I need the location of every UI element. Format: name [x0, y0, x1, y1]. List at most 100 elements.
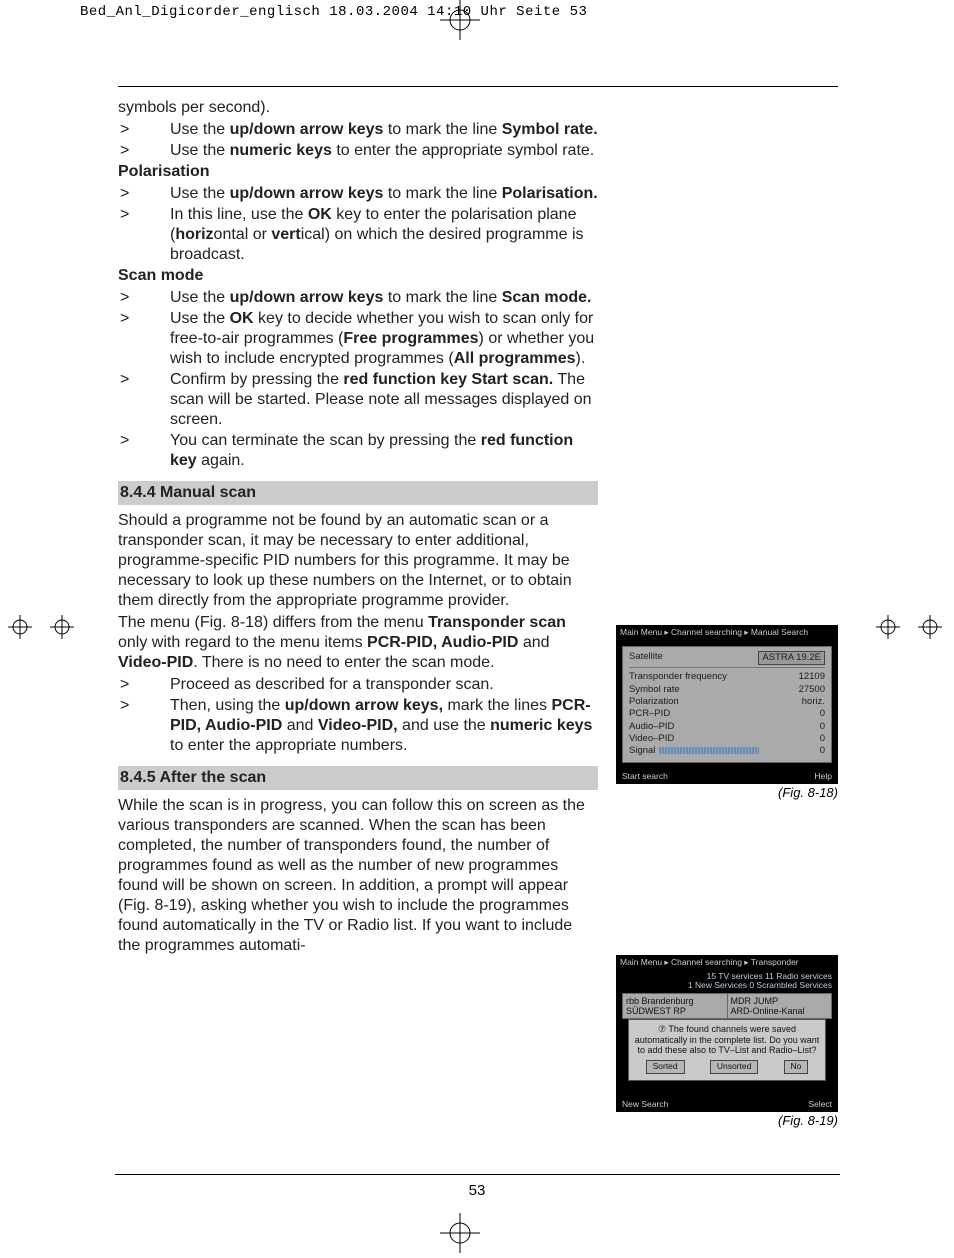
fig18-help: Help: [815, 771, 832, 781]
fig18-row-value: 12109: [799, 671, 825, 683]
fig18-panel: Satellite ASTRA 19.2E Transponder frequenc…: [622, 646, 832, 763]
fig19-list-item: ARD-Online-Kanal: [731, 1006, 829, 1016]
fig18-row-label: Signal: [629, 745, 759, 757]
fig18-row: Audio–PID 0: [629, 721, 825, 733]
fig19-stats-line2: 1 New Services 0 Scrambled Services: [622, 981, 832, 990]
top-rule: [118, 86, 838, 87]
registration-mark-left-outer: [8, 615, 32, 639]
list-item: >Use the up/down arrow keys to mark the …: [118, 288, 598, 308]
bullet-text: Use the OK key to decide whether you wis…: [170, 309, 598, 369]
list-item: >Proceed as described for a transponder …: [118, 675, 598, 695]
registration-mark-right-inner: [876, 615, 900, 639]
fig19-dialog-text: ⑦ The found channels were saved automati…: [633, 1024, 821, 1055]
fig18-row-label: Video–PID: [629, 733, 674, 745]
list-item: >Use the up/down arrow keys to mark the …: [118, 184, 598, 204]
fig18-row-label: Audio–PID: [629, 721, 674, 733]
bullet-mark: >: [118, 288, 170, 308]
registration-mark-bottom: [440, 1213, 480, 1253]
fig19-stats: 15 TV services 11 Radio services 1 New S…: [616, 970, 838, 991]
registration-mark-top: [440, 0, 480, 40]
para-844b: The menu (Fig. 8-18) differs from the me…: [118, 613, 598, 673]
fig18-row: Signal 0: [629, 745, 825, 757]
para-845: While the scan is in progress, you can f…: [118, 796, 598, 956]
figure-8-19: Main Menu ▸ Channel searching ▸ Transpon…: [616, 955, 838, 1128]
list-item: >Then, using the up/down arrow keys, mar…: [118, 696, 598, 756]
registration-mark-right-outer: [918, 615, 942, 639]
main-text-column: symbols per second). >Use the up/down ar…: [118, 98, 598, 956]
fig18-row-value: 27500: [799, 684, 825, 696]
symbolrate-bullets: >Use the up/down arrow keys to mark the …: [118, 120, 598, 161]
bullet-text: In this line, use the OK key to enter th…: [170, 205, 598, 265]
fig19-unsorted-button: Unsorted: [710, 1060, 759, 1074]
bullet-text: You can terminate the scan by pressing t…: [170, 431, 598, 471]
fig19-new-search: New Search: [622, 1099, 668, 1109]
fig19-left-list: rbb BrandenburgSÜDWEST RP: [623, 994, 728, 1019]
fig18-row-value: 0: [820, 721, 825, 733]
bullet-text: Use the up/down arrow keys to mark the l…: [170, 184, 598, 204]
fig18-row: Polarization horiz.: [629, 696, 825, 708]
fig19-button-row: Sorted Unsorted No: [633, 1060, 821, 1074]
signal-bar-icon: [659, 747, 759, 754]
fig19-list-item: MDR JUMP: [731, 996, 829, 1006]
bullet-mark: >: [118, 675, 170, 695]
fig18-row: PCR–PID 0: [629, 708, 825, 720]
fig19-no-button: No: [784, 1060, 809, 1074]
bullet-text: Use the up/down arrow keys to mark the l…: [170, 288, 598, 308]
section-845-heading: 8.4.5 After the scan: [118, 766, 598, 790]
intro-fragment: symbols per second).: [118, 98, 598, 118]
list-item: >In this line, use the OK key to enter t…: [118, 205, 598, 265]
section-844-heading: 8.4.4 Manual scan: [118, 481, 598, 505]
heading-polarisation: Polarisation: [118, 162, 598, 182]
fig18-row: Satellite ASTRA 19.2E: [629, 651, 825, 668]
scanmode-bullets: >Use the up/down arrow keys to mark the …: [118, 288, 598, 471]
fig19-right-list: MDR JUMPARD-Online-Kanal: [728, 994, 832, 1019]
page-number: 53: [0, 1182, 954, 1199]
fig18-row: Transponder frequency 12109: [629, 671, 825, 683]
fig18-caption: (Fig. 8-18): [616, 785, 838, 800]
fig18-row-value: ASTRA 19.2E: [758, 651, 825, 665]
polarisation-bullets: >Use the up/down arrow keys to mark the …: [118, 184, 598, 265]
heading-scanmode: Scan mode: [118, 266, 598, 286]
fig18-row-label: PCR–PID: [629, 708, 670, 720]
fig18-row-label: Transponder frequency: [629, 671, 727, 683]
registration-mark-left-inner: [50, 615, 74, 639]
fig18-row: Video–PID 0: [629, 733, 825, 745]
fig19-select: Select: [808, 1099, 832, 1109]
fig18-row: Symbol rate 27500: [629, 684, 825, 696]
fig18-row-label: Polarization: [629, 696, 679, 708]
fig19-dialog: ⑦ The found channels were saved automati…: [628, 1019, 826, 1081]
fig19-sorted-button: Sorted: [646, 1060, 685, 1074]
bullet-text: Use the numeric keys to enter the approp…: [170, 141, 598, 161]
fig18-start-search: Start search: [622, 771, 668, 781]
bullet-mark: >: [118, 184, 170, 204]
list-item: >Use the numeric keys to enter the appro…: [118, 141, 598, 161]
fig19-breadcrumb: Main Menu ▸ Channel searching ▸ Transpon…: [616, 955, 838, 970]
list-item: >Use the OK key to decide whether you wi…: [118, 309, 598, 369]
bullet-text: Then, using the up/down arrow keys, mark…: [170, 696, 598, 756]
fig19-lists: rbb BrandenburgSÜDWEST RP MDR JUMPARD-On…: [622, 993, 832, 1020]
bullet-mark: >: [118, 696, 170, 756]
list-item: >You can terminate the scan by pressing …: [118, 431, 598, 471]
para-844a: Should a programme not be found by an au…: [118, 511, 598, 611]
bullet-mark: >: [118, 141, 170, 161]
fig19-list-item: rbb Brandenburg: [626, 996, 724, 1006]
bullet-mark: >: [118, 431, 170, 471]
fig18-row-value: 0: [820, 733, 825, 745]
fig18-row-label: Satellite: [629, 651, 663, 665]
bullet-text: Confirm by pressing the red function key…: [170, 370, 598, 430]
fig18-row-value: horiz.: [802, 696, 825, 708]
bullet-mark: >: [118, 309, 170, 369]
bottom-rule: [115, 1174, 840, 1175]
bullet-text: Proceed as described for a transponder s…: [170, 675, 598, 695]
fig19-list-item: SÜDWEST RP: [626, 1006, 724, 1016]
list-item: >Use the up/down arrow keys to mark the …: [118, 120, 598, 140]
bullet-mark: >: [118, 370, 170, 430]
list-item: >Confirm by pressing the red function ke…: [118, 370, 598, 430]
fig18-row-value: 0: [820, 708, 825, 720]
bullets-844: >Proceed as described for a transponder …: [118, 675, 598, 756]
fig18-row-label: Symbol rate: [629, 684, 680, 696]
figure-8-18: Main Menu ▸ Channel searching ▸ Manual S…: [616, 625, 838, 800]
fig18-row-value: 0: [820, 745, 825, 757]
bullet-text: Use the up/down arrow keys to mark the l…: [170, 120, 598, 140]
fig18-breadcrumb: Main Menu ▸ Channel searching ▸ Manual S…: [616, 625, 838, 640]
